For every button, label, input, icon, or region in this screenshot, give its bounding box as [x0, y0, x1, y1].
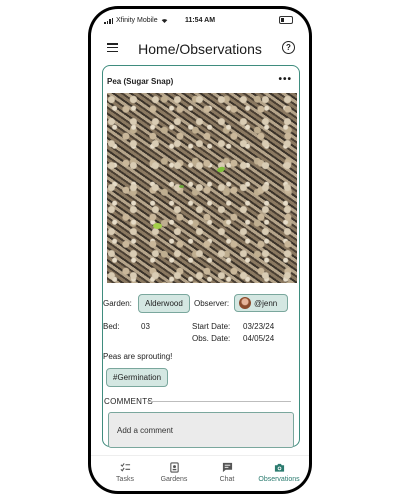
camera-icon	[274, 463, 284, 472]
observation-photo	[107, 93, 297, 283]
screen: Xfinity Mobile 11:54 AM Home/Observation…	[91, 9, 309, 491]
avatar	[239, 297, 251, 309]
observation-card: Pea (Sugar Snap) ••• Garden: Alderwood O…	[102, 65, 300, 448]
nav-observations[interactable]: Observations	[254, 462, 304, 483]
nav-gardens-label: Gardens	[160, 476, 188, 483]
start-date-label: Start Date:	[192, 322, 231, 331]
bed-label: Bed:	[103, 322, 120, 331]
garden-label: Garden:	[103, 299, 132, 308]
comments-heading: COMMENTS	[104, 397, 154, 406]
status-time: 11:54 AM	[184, 17, 216, 24]
observation-note: Peas are sprouting!	[103, 352, 173, 361]
observer-label: Observer:	[194, 299, 230, 308]
nav-gardens[interactable]: Gardens	[157, 462, 191, 483]
nav-tasks-label: Tasks	[116, 476, 134, 483]
comment-box[interactable]	[108, 412, 294, 448]
bed-value: 03	[141, 322, 150, 331]
nav-tasks[interactable]: Tasks	[110, 462, 140, 483]
checklist-icon	[120, 463, 130, 472]
app-header: Home/Observations ?	[91, 33, 309, 63]
sprout-mark	[179, 185, 184, 188]
comments-divider	[147, 401, 291, 402]
obs-date-value: 04/05/24	[243, 334, 275, 343]
phone-frame: Xfinity Mobile 11:54 AM Home/Observation…	[88, 6, 312, 494]
more-options-icon[interactable]: •••	[278, 74, 292, 85]
bottom-navigation: Tasks Gardens Chat Observations	[91, 455, 309, 491]
nav-observations-label: Observations	[258, 476, 300, 483]
observer-chip[interactable]: @jenn	[234, 294, 288, 312]
sprout-mark	[216, 165, 226, 174]
nav-chat-label: Chat	[219, 476, 235, 483]
status-bar: Xfinity Mobile 11:54 AM	[91, 9, 309, 29]
garden-chip[interactable]: Alderwood	[138, 294, 190, 313]
battery-icon	[279, 16, 293, 24]
help-icon[interactable]: ?	[282, 41, 295, 54]
page-title: Home/Observations	[138, 41, 262, 57]
plant-name: Pea (Sugar Snap)	[107, 77, 174, 86]
sprout-mark	[153, 223, 162, 229]
comment-input[interactable]	[115, 425, 289, 436]
nav-chat[interactable]: Chat	[215, 462, 239, 483]
obs-date-label: Obs. Date:	[192, 334, 231, 343]
tag-chip[interactable]: #Germination	[106, 368, 169, 387]
garden-plot-icon	[169, 462, 179, 473]
observer-handle: @jenn	[254, 298, 278, 308]
start-date-value: 03/23/24	[243, 322, 275, 331]
chat-icon	[222, 462, 232, 473]
